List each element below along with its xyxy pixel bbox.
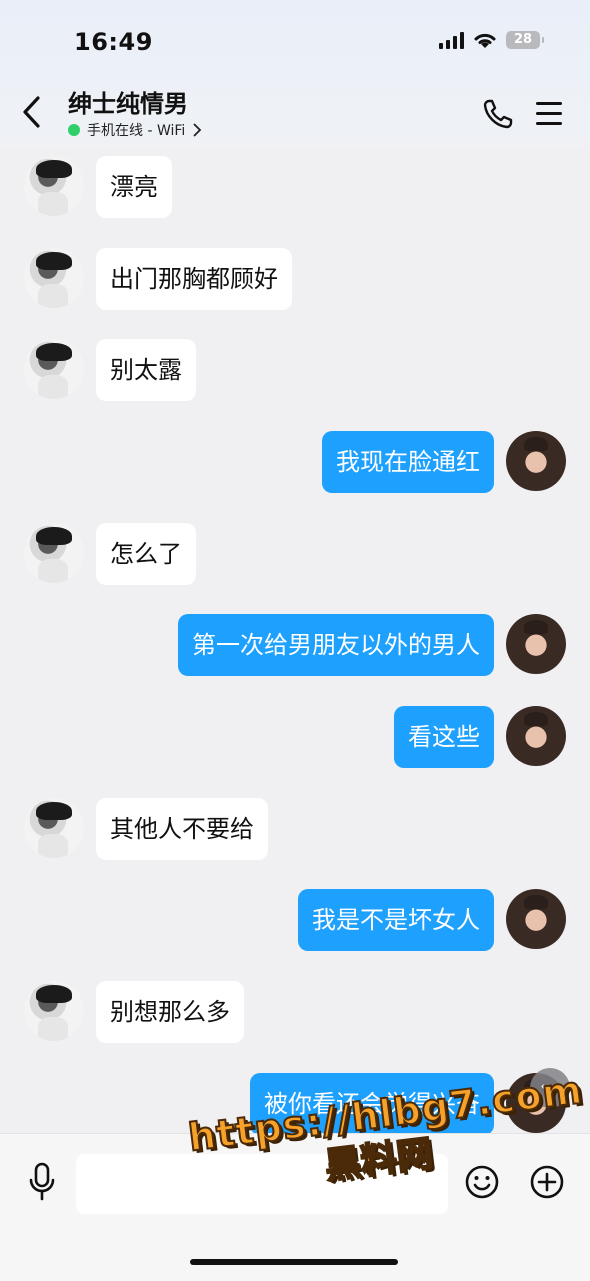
my-avatar[interactable]: [506, 706, 566, 766]
online-status-text: 手机在线 - WiFi: [87, 123, 186, 139]
message-input[interactable]: [76, 1154, 448, 1214]
chevron-right-icon: [193, 123, 202, 137]
my-avatar[interactable]: [506, 614, 566, 674]
my-avatar[interactable]: [506, 889, 566, 949]
message-bubble[interactable]: 出门那胸都顾好: [96, 248, 292, 310]
message-row: 第一次给男朋友以外的男人: [0, 614, 590, 676]
message-bubble[interactable]: 看这些: [394, 706, 494, 768]
message-bubble[interactable]: 别想那么多: [96, 981, 244, 1043]
message-bubble[interactable]: 我是不是坏女人: [298, 889, 494, 951]
online-status[interactable]: 手机在线 - WiFi: [68, 120, 202, 140]
contact-avatar[interactable]: [24, 523, 84, 583]
home-indicator[interactable]: [190, 1259, 398, 1265]
message-row: 我现在脸通红: [0, 431, 590, 493]
message-bubble[interactable]: 怎么了: [96, 523, 196, 585]
message-row: 别太露: [0, 339, 590, 401]
emoji-icon[interactable]: [464, 1164, 500, 1200]
scroll-down-icon[interactable]: [530, 1068, 570, 1108]
message-bubble[interactable]: 我现在脸通红: [322, 431, 494, 493]
microphone-icon[interactable]: [26, 1162, 58, 1202]
message-bubble[interactable]: 第一次给男朋友以外的男人: [178, 614, 494, 676]
phone-icon[interactable]: [482, 98, 514, 130]
contact-name[interactable]: 绅士纯情男: [68, 84, 188, 119]
menu-icon[interactable]: [536, 102, 562, 126]
my-avatar[interactable]: [506, 431, 566, 491]
status-icons: 28: [439, 30, 544, 50]
chat-area[interactable]: 漂亮 出门那胸都顾好 别太露 我现在脸通红 怎么了 第一次给男朋友以外的男人 看…: [0, 148, 590, 1133]
message-row: 我是不是坏女人: [0, 889, 590, 951]
message-bubble[interactable]: 漂亮: [96, 156, 172, 218]
online-dot-icon: [68, 124, 80, 136]
message-row: 出门那胸都顾好: [0, 248, 590, 310]
message-row: 被你看还会觉得兴奋: [0, 1073, 590, 1133]
message-bubble[interactable]: 其他人不要给: [96, 798, 268, 860]
message-row: 看这些: [0, 706, 590, 768]
message-row: 怎么了: [0, 523, 590, 585]
message-row: 其他人不要给: [0, 798, 590, 860]
message-row: 别想那么多: [0, 981, 590, 1043]
cellular-signal-icon: [439, 31, 464, 49]
contact-avatar[interactable]: [24, 981, 84, 1041]
message-bubble[interactable]: 被你看还会觉得兴奋: [250, 1073, 494, 1133]
wifi-icon: [474, 33, 496, 48]
contact-avatar[interactable]: [24, 248, 84, 308]
contact-avatar[interactable]: [24, 339, 84, 399]
status-time: 16:49: [74, 28, 153, 56]
battery-indicator: 28: [506, 31, 544, 49]
back-chevron-icon[interactable]: [18, 94, 46, 130]
message-bubble[interactable]: 别太露: [96, 339, 196, 401]
contact-avatar[interactable]: [24, 156, 84, 216]
plus-icon[interactable]: [529, 1164, 565, 1200]
top-bar: 16:49 28 绅士纯情男 手机在线 - WiFi: [0, 0, 590, 148]
contact-avatar[interactable]: [24, 798, 84, 858]
message-row: 漂亮: [0, 156, 590, 218]
